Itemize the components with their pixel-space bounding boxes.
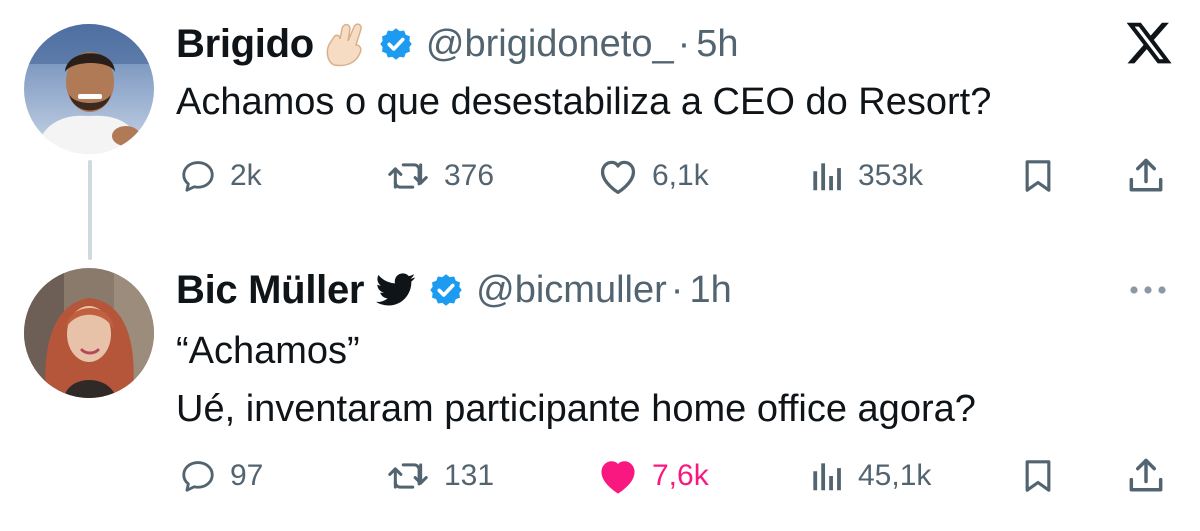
more-options-icon[interactable] (1124, 278, 1172, 307)
timestamp[interactable]: 5h (696, 23, 738, 66)
thread-connector-line (88, 160, 92, 260)
repost-button[interactable]: 376 (384, 156, 494, 196)
bookmark-icon[interactable] (1018, 456, 1058, 496)
reply-count: 2k (230, 159, 262, 192)
reply-icon (182, 461, 214, 492)
reply-icon (182, 161, 214, 192)
views-count: 45,1k (858, 459, 932, 492)
timestamp[interactable]: 1h (689, 269, 731, 312)
repost-button[interactable]: 131 (384, 456, 494, 496)
heart-icon (600, 160, 636, 194)
avatar-photo (24, 268, 154, 398)
share-icon[interactable] (1124, 154, 1168, 198)
tweet-header: Brigido @brigidoneto_ · 5h (176, 18, 739, 70)
avatar[interactable] (24, 24, 154, 154)
twitter-bird-icon (376, 273, 416, 307)
verified-badge-icon[interactable] (378, 26, 414, 62)
tweet-text: “Achamos” Ué, inventaram participante ho… (176, 322, 976, 438)
repost-count: 376 (444, 159, 495, 192)
views-button[interactable]: 45,1k (806, 456, 931, 496)
tweet-text-line: “Achamos” (176, 330, 360, 372)
avatar[interactable] (24, 268, 154, 398)
author-name[interactable]: Bic Müller (176, 268, 364, 313)
verified-badge-icon[interactable] (428, 272, 464, 308)
tweet-text-line: Ué, inventaram participante home office … (176, 388, 976, 430)
tweet-text: Achamos o que desestabiliza a CEO do Res… (176, 74, 991, 130)
share-icon[interactable] (1124, 454, 1168, 498)
repost-count: 131 (444, 459, 495, 492)
like-button[interactable]: 6,1k (596, 156, 709, 196)
reply-count: 97 (230, 459, 264, 492)
author-name[interactable]: Brigido (176, 22, 314, 67)
views-chart-icon (813, 163, 841, 191)
repost-icon (388, 163, 428, 189)
heart-filled-icon (601, 461, 635, 494)
separator-dot: · (670, 268, 684, 311)
like-count: 7,6k (652, 459, 709, 492)
like-count: 6,1k (652, 159, 709, 192)
author-handle[interactable]: @bicmuller (476, 269, 667, 312)
x-logo-icon[interactable] (1124, 18, 1174, 73)
tweet-text-line: Achamos o que desestabiliza a CEO do Res… (176, 81, 992, 123)
reply-button[interactable]: 97 (178, 456, 263, 496)
tweet-header: Bic Müller @bicmuller · 1h (176, 264, 732, 316)
avatar-photo (24, 24, 154, 154)
separator-dot: · (677, 22, 691, 65)
repost-icon (388, 463, 428, 489)
bookmark-icon[interactable] (1018, 156, 1058, 196)
views-button[interactable]: 353k (806, 156, 923, 196)
views-count: 353k (858, 159, 924, 192)
author-handle[interactable]: @brigidoneto_ (426, 23, 674, 66)
views-chart-icon (813, 463, 841, 491)
crossed-fingers-emoji-icon (324, 21, 366, 67)
reply-button[interactable]: 2k (178, 156, 262, 196)
like-button[interactable]: 7,6k (596, 456, 709, 496)
